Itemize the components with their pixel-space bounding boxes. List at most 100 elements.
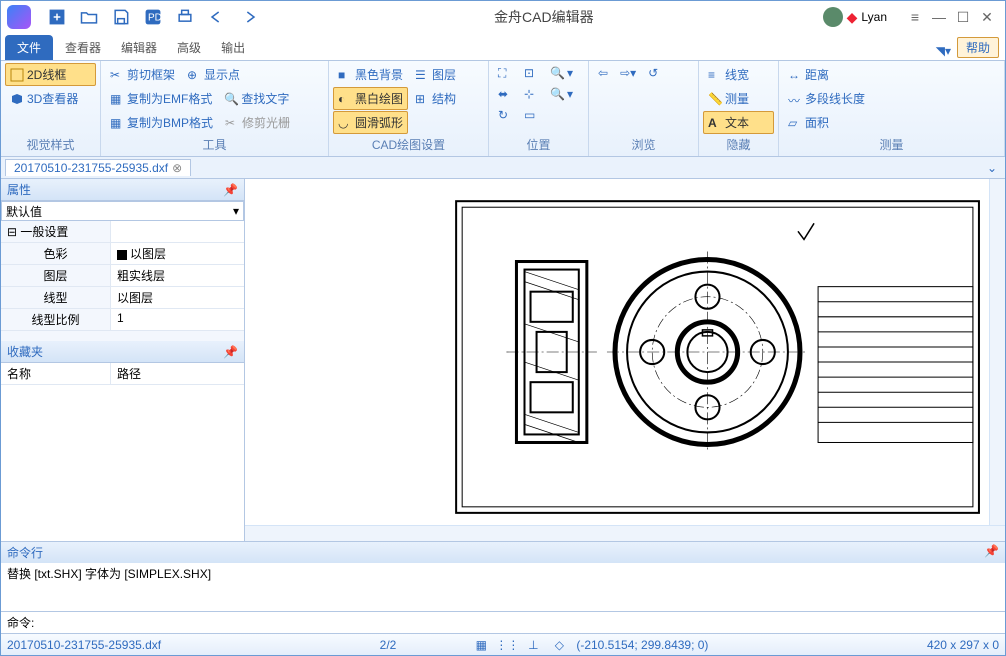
group-cad-label: CAD绘图设置 <box>333 135 484 154</box>
snap-toggle[interactable]: ⋮⋮ <box>498 636 516 654</box>
black-bg-button[interactable]: ■黑色背景 <box>333 63 408 86</box>
menu-button[interactable]: ≡ <box>903 5 927 29</box>
workspace: 属性📌 ▾ 一般设置 色彩以图层 图层粗实线层 线型以图层 线型比例1 收藏夹📌… <box>1 179 1005 541</box>
text-icon: A <box>708 116 722 130</box>
polyline-length-button[interactable]: 〰多段线长度 <box>783 87 1000 110</box>
copy-bmp-button[interactable]: ▦复制为BMP格式 <box>105 111 218 134</box>
svg-text:PDF: PDF <box>148 12 163 23</box>
minimize-button[interactable]: — <box>927 5 951 29</box>
ortho-toggle[interactable]: ⊥ <box>524 636 542 654</box>
extent-icon: ⊹ <box>524 87 538 101</box>
trim-raster-button[interactable]: ✂修剪光栅 <box>220 111 295 134</box>
nav-home-button[interactable]: ↺ <box>643 63 663 83</box>
properties-table: 一般设置 色彩以图层 图层粗实线层 线型以图层 线型比例1 <box>1 221 244 331</box>
horizontal-scrollbar[interactable] <box>245 525 1005 541</box>
nav-fwd-button[interactable]: ⇨▾ <box>615 63 641 83</box>
structure-button[interactable]: ⊞结构 <box>410 87 461 110</box>
zoom2-dropdown-button[interactable]: 🔍▾ <box>545 84 578 104</box>
linewidth-button[interactable]: ≡线宽 <box>703 63 774 86</box>
section-general[interactable]: 一般设置 <box>1 221 111 242</box>
menubar: 文件 查看器 编辑器 高级 输出 ◥▾ 帮助 <box>1 33 1005 61</box>
zoom-dropdown-button[interactable]: 🔍▾ <box>545 63 578 83</box>
group-position-label: 位置 <box>493 135 584 154</box>
tab-advanced[interactable]: 高级 <box>167 35 211 60</box>
tab-viewer[interactable]: 查看器 <box>55 35 111 60</box>
bw-draw-button[interactable]: ◐黑白绘图 <box>333 87 408 110</box>
vertical-scrollbar[interactable] <box>989 179 1005 525</box>
property-default-input[interactable]: ▾ <box>1 201 244 221</box>
point-icon: ⊕ <box>187 68 201 82</box>
2d-wireframe-button[interactable]: 2D线框 <box>5 63 96 86</box>
grid-toggle[interactable]: ▦ <box>472 636 490 654</box>
extent-button[interactable]: ⊹ <box>519 84 543 104</box>
linewidth-icon: ≡ <box>708 68 722 82</box>
ribbon-options-button[interactable]: ◥▾ <box>930 42 957 60</box>
status-coords: (-210.5154; 299.8439; 0) <box>576 638 708 652</box>
text-button[interactable]: A文本 <box>703 111 774 134</box>
new-file-button[interactable] <box>45 5 69 29</box>
save-button[interactable] <box>109 5 133 29</box>
username: Lyan <box>861 10 887 24</box>
selrect-button[interactable]: ▭ <box>519 105 543 125</box>
scissors-icon: ✂ <box>110 68 124 82</box>
find-text-button[interactable]: 🔍查找文字 <box>219 87 294 110</box>
search-icon: 🔍 <box>224 92 238 106</box>
pin-icon[interactable]: 📌 <box>984 544 999 561</box>
maximize-button[interactable]: ☐ <box>951 5 975 29</box>
app-title: 金舟CAD编辑器 <box>265 7 823 27</box>
cube-icon <box>10 92 24 106</box>
open-file-button[interactable] <box>77 5 101 29</box>
3d-viewer-button[interactable]: 3D查看器 <box>5 87 96 110</box>
show-points-button[interactable]: ⊕显示点 <box>182 63 245 86</box>
trim-icon: ✂ <box>225 116 239 130</box>
export-pdf-button[interactable]: PDF <box>141 5 165 29</box>
distance-icon: ↔ <box>788 68 802 82</box>
area-button[interactable]: ▱面积 <box>783 111 1000 134</box>
area-icon: ▱ <box>788 116 802 130</box>
print-button[interactable] <box>173 5 197 29</box>
close-tab-button[interactable]: ⊗ <box>172 161 182 175</box>
pin-icon[interactable]: 📌 <box>223 345 238 359</box>
fav-col-name[interactable]: 名称 <box>1 363 111 384</box>
file-menu[interactable]: 文件 <box>5 35 53 60</box>
avatar <box>823 7 843 27</box>
help-button[interactable]: 帮助 <box>957 37 999 58</box>
table-row: 线型以图层 <box>1 287 244 309</box>
nav-back-button[interactable]: ⇦ <box>593 63 613 83</box>
pan-button[interactable]: ⬌ <box>493 84 517 104</box>
undo-button[interactable] <box>205 5 229 29</box>
layer-button[interactable]: ☰图层 <box>410 63 461 86</box>
chevron-down-icon[interactable]: ▾ <box>233 204 239 218</box>
default-value-input[interactable] <box>6 204 233 218</box>
tree-icon: ⊞ <box>415 92 429 106</box>
bmp-icon: ▦ <box>110 116 124 130</box>
smooth-arc-button[interactable]: ◡圆滑弧形 <box>333 111 408 134</box>
rotate-button[interactable]: ↻ <box>493 105 517 125</box>
arc-icon: ◡ <box>338 116 352 130</box>
left-panel: 属性📌 ▾ 一般设置 色彩以图层 图层粗实线层 线型以图层 线型比例1 收藏夹📌… <box>1 179 245 541</box>
measure-button[interactable]: 📏测量 <box>703 87 774 110</box>
tab-output[interactable]: 输出 <box>211 35 255 60</box>
collapse-ribbon-button[interactable]: ⌄ <box>983 161 1001 175</box>
drawing-canvas[interactable] <box>245 179 989 525</box>
pin-icon[interactable]: 📌 <box>223 183 238 197</box>
osnap-toggle[interactable]: ◇ <box>550 636 568 654</box>
close-button[interactable]: ✕ <box>975 5 999 29</box>
zoomwin-icon: ⊡ <box>524 66 538 80</box>
zoom-window-button[interactable]: ⊡ <box>519 63 543 83</box>
emf-icon: ▦ <box>110 92 124 106</box>
clip-frame-button[interactable]: ✂剪切框架 <box>105 63 180 86</box>
document-tab[interactable]: 20170510-231755-25935.dxf ⊗ <box>5 159 191 176</box>
group-hide-label: 隐藏 <box>703 135 774 154</box>
bw-icon: ◐ <box>338 92 352 106</box>
fav-col-path[interactable]: 路径 <box>111 363 147 384</box>
redo-button[interactable] <box>237 5 261 29</box>
tab-editor[interactable]: 编辑器 <box>111 35 167 60</box>
rotate-icon: ↻ <box>498 108 512 122</box>
command-input[interactable] <box>38 616 999 630</box>
canvas-area <box>245 179 1005 541</box>
zoom-fit-button[interactable]: ⛶ <box>493 63 517 83</box>
distance-button[interactable]: ↔距离 <box>783 63 1000 86</box>
copy-emf-button[interactable]: ▦复制为EMF格式 <box>105 87 217 110</box>
user-area[interactable]: ◆ Lyan <box>823 7 887 27</box>
